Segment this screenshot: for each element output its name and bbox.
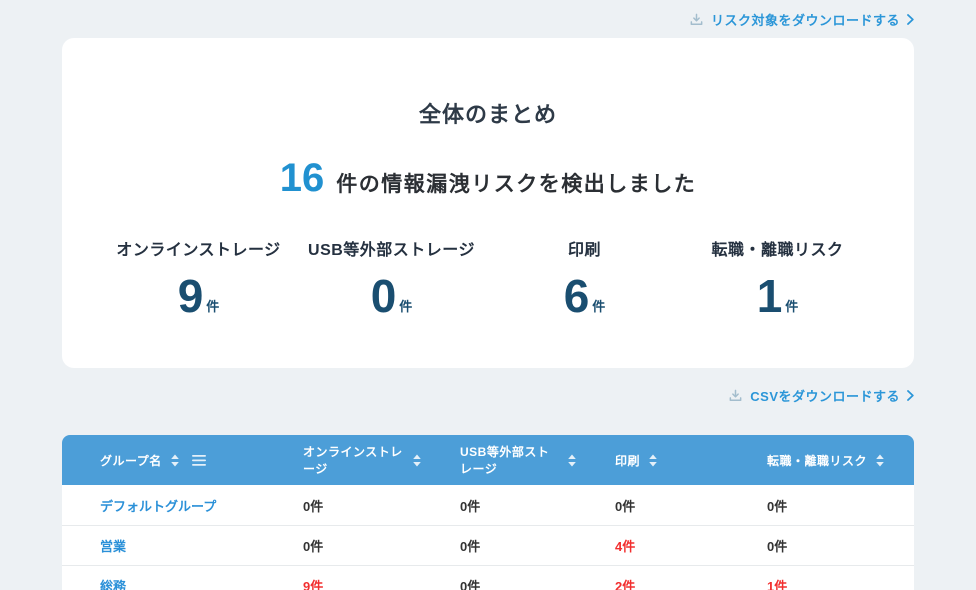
download-risk-targets-label: リスク対象をダウンロードする: [711, 10, 900, 29]
stat-online-storage: オンラインストレージ 9 件: [102, 236, 295, 320]
cell-usb-storage: 0件: [422, 576, 577, 590]
stat-value: 1 件: [681, 268, 874, 320]
download-risk-targets-link[interactable]: リスク対象をダウンロードする: [689, 10, 914, 29]
summary-stats: オンラインストレージ 9 件 USB等外部ストレージ 0 件 印刷 6 件: [62, 236, 914, 320]
cell-print: 0件: [577, 496, 729, 515]
column-header-turnover-risk[interactable]: 転職・離職リスク: [729, 452, 914, 469]
sort-icon: [875, 454, 885, 467]
cell-turnover-risk: 0件: [729, 536, 914, 555]
cell-print: 2件: [577, 576, 729, 590]
table-row: 総務 9件 0件 2件 1件: [62, 565, 914, 590]
download-icon: [728, 388, 743, 403]
group-risk-table: グループ名 オンラインストレージ USB等外部ストレージ: [62, 435, 914, 590]
cell-print: 4件: [577, 536, 729, 555]
table-row: デフォルトグループ 0件 0件 0件 0件: [62, 485, 914, 525]
toolbar-row: リスク対象をダウンロードする: [62, 0, 914, 38]
sort-icon: [648, 454, 658, 467]
group-name-link[interactable]: 営業: [62, 536, 265, 555]
stat-label: オンラインストレージ: [102, 236, 295, 258]
download-csv-label: CSVをダウンロードする: [750, 386, 900, 405]
stat-print: 印刷 6 件: [488, 236, 681, 320]
stat-label: USB等外部ストレージ: [295, 236, 488, 258]
summary-card: 全体のまとめ 16 件の情報漏洩リスクを検出しました オンラインストレージ 9 …: [62, 38, 914, 368]
group-name-link[interactable]: デフォルトグループ: [62, 496, 265, 515]
stat-label: 転職・離職リスク: [681, 236, 874, 258]
stat-turnover-risk: 転職・離職リスク 1 件: [681, 236, 874, 320]
risk-total-count: 16: [280, 156, 325, 200]
stat-label: 印刷: [488, 236, 681, 258]
csv-row: CSVをダウンロードする: [62, 382, 914, 408]
group-name-link[interactable]: 総務: [62, 576, 265, 590]
cell-usb-storage: 0件: [422, 536, 577, 555]
summary-title: 全体のまとめ: [62, 102, 914, 128]
cell-online-storage: 0件: [265, 536, 422, 555]
cell-turnover-risk: 0件: [729, 496, 914, 515]
chevron-right-icon: [907, 390, 914, 401]
stat-value: 0 件: [295, 268, 488, 320]
column-header-print[interactable]: 印刷: [577, 452, 729, 469]
cell-online-storage: 0件: [265, 496, 422, 515]
column-menu-icon[interactable]: [192, 455, 206, 466]
stat-usb-storage: USB等外部ストレージ 0 件: [295, 236, 488, 320]
download-csv-link[interactable]: CSVをダウンロードする: [728, 386, 914, 405]
sort-icon: [170, 454, 180, 467]
table-header: グループ名 オンラインストレージ USB等外部ストレージ: [62, 435, 914, 485]
stat-value: 6 件: [488, 268, 681, 320]
sort-icon: [412, 454, 422, 467]
table-body: デフォルトグループ 0件 0件 0件 0件 営業 0件 0件 4件 0件 総務 …: [62, 485, 914, 590]
risk-headline: 16 件の情報漏洩リスクを検出しました: [62, 156, 914, 200]
cell-turnover-risk: 1件: [729, 576, 914, 590]
table-row: 営業 0件 0件 4件 0件: [62, 525, 914, 565]
cell-online-storage: 9件: [265, 576, 422, 590]
risk-headline-text: 件の情報漏洩リスクを検出しました: [336, 168, 696, 198]
chevron-right-icon: [907, 14, 914, 25]
column-header-group-name[interactable]: グループ名: [62, 452, 265, 469]
column-header-online-storage[interactable]: オンラインストレージ: [265, 443, 422, 477]
column-header-usb-storage[interactable]: USB等外部ストレージ: [422, 443, 577, 477]
sort-icon: [567, 454, 577, 467]
cell-usb-storage: 0件: [422, 496, 577, 515]
download-icon: [689, 12, 704, 27]
stat-value: 9 件: [102, 268, 295, 320]
page-content: リスク対象をダウンロードする 全体のまとめ 16 件の情報漏洩リスクを検出しまし…: [62, 0, 914, 590]
